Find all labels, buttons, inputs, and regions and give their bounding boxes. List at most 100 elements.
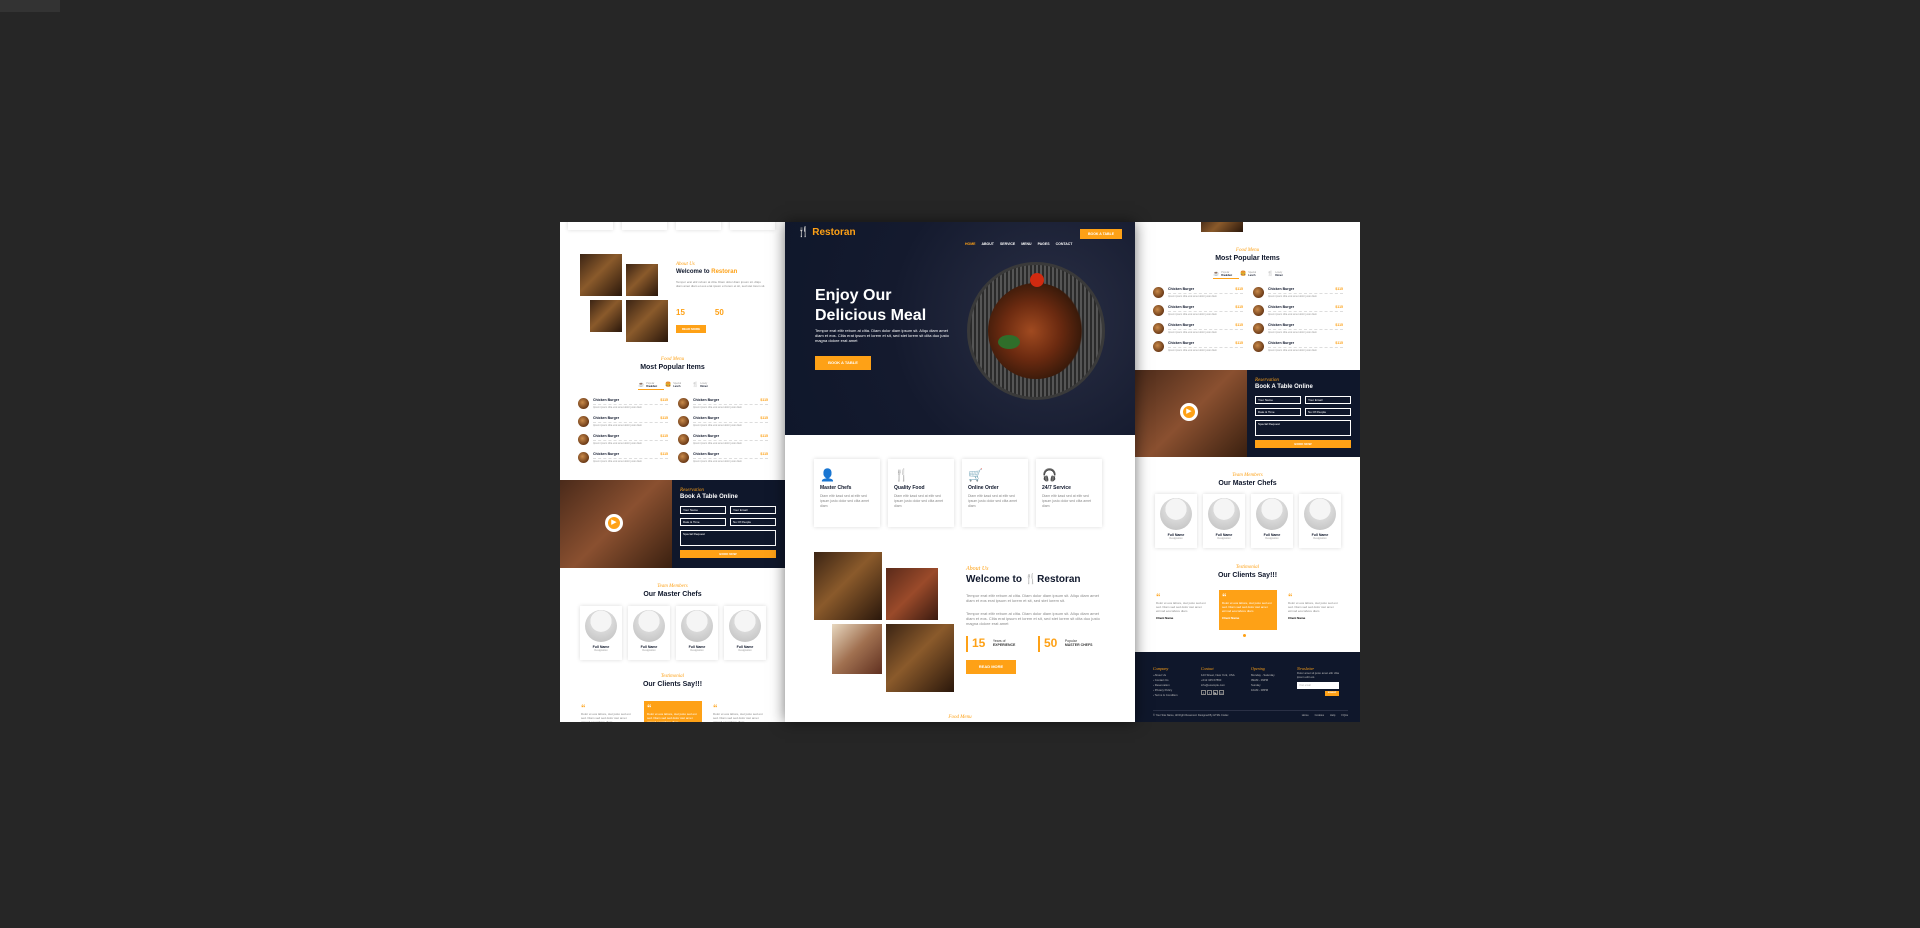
team-member-card[interactable]: Full Name Designation: [1155, 494, 1197, 548]
menu-tab-breakfast[interactable]: ☕ Popular Breakfast: [1213, 269, 1239, 279]
menu-item[interactable]: Chicken Burger $115 Ipsum ipsum clita erat…: [1153, 323, 1243, 337]
menu-item[interactable]: Chicken Burger $115 Ipsum ipsum clita erat…: [1253, 323, 1343, 337]
team-member-card[interactable]: Full Name Designation: [676, 606, 718, 660]
nav-book-table-button[interactable]: BOOK A TABLE: [1080, 229, 1122, 239]
brand-logo[interactable]: 🍴 Restoran: [797, 227, 856, 238]
footer-bottom-links: Home Cookies Help FQAs: [1296, 714, 1348, 717]
read-more-button[interactable]: READ MORE: [966, 660, 1016, 674]
footer-company-link[interactable]: › Terms & Condition: [1153, 693, 1193, 698]
book-now-button[interactable]: BOOK NOW: [1255, 440, 1351, 448]
service-card-quality-food[interactable]: 🍴 Quality Food Diam elitr kasd sed at el…: [888, 459, 954, 527]
menu-item[interactable]: Chicken Burger $115 Ipsum ipsum clita erat…: [1153, 305, 1243, 319]
menu-tab-label: Special Lunch: [673, 382, 681, 388]
menu-tab-lunch[interactable]: 🍔 Special Lunch: [665, 380, 691, 390]
menu-item-divider: [1168, 311, 1243, 312]
service-card-online-order[interactable]: 🛒 Online Order Diam elitr kasd sed at el…: [962, 459, 1028, 527]
menu-item[interactable]: Chicken Burger $115 Ipsum ipsum clita erat…: [678, 416, 768, 430]
menu-item[interactable]: Chicken Burger $115 Ipsum ipsum clita erat…: [578, 416, 668, 430]
team-member-card[interactable]: Full Name Designation: [1203, 494, 1245, 548]
nav-menu[interactable]: MENU: [1021, 242, 1031, 246]
linkedin-icon[interactable]: in: [1219, 690, 1224, 695]
menu-item[interactable]: Chicken Burger $115 Ipsum ipsum clita erat…: [678, 398, 768, 412]
play-icon[interactable]: ▶: [1180, 403, 1198, 421]
hero-book-table-button[interactable]: BOOK A TABLE: [815, 356, 871, 370]
menu-subtitle-peek: Food Menu: [948, 715, 972, 720]
menu-item-price: $115: [1335, 305, 1343, 309]
footer-bottom-link[interactable]: Help: [1330, 714, 1335, 717]
email-input[interactable]: Your Email: [1305, 396, 1351, 404]
people-select[interactable]: No Of People: [730, 518, 776, 526]
menu-tab-big: Dinner: [700, 385, 708, 388]
menu-item[interactable]: Chicken Burger $115 Ipsum ipsum clita erat…: [1153, 287, 1243, 301]
menu-item-desc: Ipsum ipsum clita erat amet dolor justo …: [693, 424, 742, 427]
chef-avatar: [585, 610, 617, 642]
menu-item[interactable]: Chicken Burger $115 Ipsum ipsum clita erat…: [1153, 341, 1243, 355]
nav-about[interactable]: ABOUT: [982, 242, 994, 246]
newsletter-signup-button[interactable]: SIGNUP: [1325, 691, 1339, 696]
service-card-master-chefs[interactable]: 👤 Master Chefs Diam elitr kasd sed at el…: [814, 459, 880, 527]
menu-item[interactable]: Chicken Burger $115 Ipsum ipsum clita erat…: [578, 434, 668, 448]
service-card-24-7-service[interactable]: 🎧 24/7 Service Diam elitr kasd sed at el…: [1036, 459, 1102, 527]
team-member-card[interactable]: Full Name Designation: [628, 606, 670, 660]
menu-tab-dinner[interactable]: 🍴 Lovely Dinner: [692, 380, 718, 390]
menu-item[interactable]: Chicken Burger $115 Ipsum ipsum clita erat…: [678, 434, 768, 448]
nav-service[interactable]: SERVICE: [1000, 242, 1015, 246]
read-more-button[interactable]: READ MORE: [676, 325, 706, 333]
menu-item-desc: Ipsum ipsum clita erat amet dolor justo …: [593, 442, 642, 445]
menu-item-image: [1253, 287, 1264, 298]
footer-contact-line[interactable]: info@example.com: [1201, 683, 1245, 688]
menu-item-image: [678, 398, 689, 409]
newsletter-email-input[interactable]: Your email: [1297, 682, 1339, 689]
twitter-icon[interactable]: t: [1201, 690, 1206, 695]
special-request-textarea[interactable]: Special Request: [680, 530, 776, 546]
people-select[interactable]: No Of People: [1305, 408, 1351, 416]
menu-item[interactable]: Chicken Burger $115 Ipsum ipsum clita erat…: [1253, 341, 1343, 355]
book-now-button[interactable]: BOOK NOW: [680, 550, 776, 558]
menu-item[interactable]: Chicken Burger $115 Ipsum ipsum clita erat…: [578, 398, 668, 412]
datetime-input[interactable]: Date & Time: [1255, 408, 1301, 416]
team-member-card[interactable]: Full Name Designation: [1299, 494, 1341, 548]
menu-item-image: [1153, 305, 1164, 316]
menu-item[interactable]: Chicken Burger $115 Ipsum ipsum clita erat…: [578, 452, 668, 466]
special-request-textarea[interactable]: Special Request: [1255, 420, 1351, 436]
menu-item[interactable]: Chicken Burger $115 Ipsum ipsum clita erat…: [1253, 287, 1343, 301]
menu-item-desc: Ipsum ipsum clita erat amet dolor justo …: [1268, 349, 1317, 352]
datetime-input[interactable]: Date & Time: [680, 518, 726, 526]
nav-pages[interactable]: PAGES: [1038, 242, 1050, 246]
footer-bottom-link[interactable]: Cookies: [1315, 714, 1324, 717]
chef-avatar: [1208, 498, 1240, 530]
carousel-dot[interactable]: [1243, 634, 1246, 637]
dinner-icon: 🍴: [692, 382, 699, 388]
menu-item[interactable]: Chicken Burger $115 Ipsum ipsum clita erat…: [1253, 305, 1343, 319]
menu-tab-big: Breakfast: [646, 384, 658, 388]
menu-item-image: [678, 434, 689, 445]
menu-tab-breakfast[interactable]: ☕ Popular Breakfast: [638, 380, 664, 390]
name-input[interactable]: Your Name: [1255, 396, 1301, 404]
menu-item-image: [1153, 287, 1164, 298]
footer-bottom-link[interactable]: Home: [1302, 714, 1309, 717]
nav-home[interactable]: HOME: [965, 242, 976, 246]
menu-tab-lunch[interactable]: 🍔 Special Lunch: [1240, 269, 1266, 279]
center-page-preview: 🍴 Restoran HOME ABOUT SERVICE MENU PAGES CONT…: [785, 222, 1135, 722]
cart-icon: 🛒: [968, 468, 983, 482]
footer-opening-line[interactable]: 10AM - 08PM: [1251, 688, 1291, 693]
menu-item[interactable]: Chicken Burger $115 Ipsum ipsum clita erat…: [678, 452, 768, 466]
menu-tab-big: Lunch: [1248, 274, 1256, 277]
menu-item-name: Chicken Burger: [1168, 305, 1195, 309]
team-member-card[interactable]: Full Name Designation: [1251, 494, 1293, 548]
nav-contact[interactable]: CONTACT: [1056, 242, 1073, 246]
team-member-card[interactable]: Full Name Designation: [580, 606, 622, 660]
menu-item-image: [678, 452, 689, 463]
footer-bottom-link[interactable]: FQAs: [1341, 714, 1348, 717]
youtube-icon[interactable]: ▶: [1213, 690, 1218, 695]
team-member-card[interactable]: Full Name Designation: [724, 606, 766, 660]
facebook-icon[interactable]: f: [1207, 690, 1212, 695]
name-input[interactable]: Your Name: [680, 506, 726, 514]
email-input[interactable]: Your Email: [730, 506, 776, 514]
play-icon[interactable]: ▶: [605, 514, 623, 532]
booking-panel: Reservation Book A Table Online Your Nam…: [1247, 370, 1360, 457]
grilled-meat-image: [967, 262, 1105, 400]
menu-item-divider: [1268, 347, 1343, 348]
about-title: Welcome to 🍴Restoran: [966, 574, 1081, 585]
menu-tab-dinner[interactable]: 🍴 Lovely Dinner: [1267, 269, 1293, 279]
